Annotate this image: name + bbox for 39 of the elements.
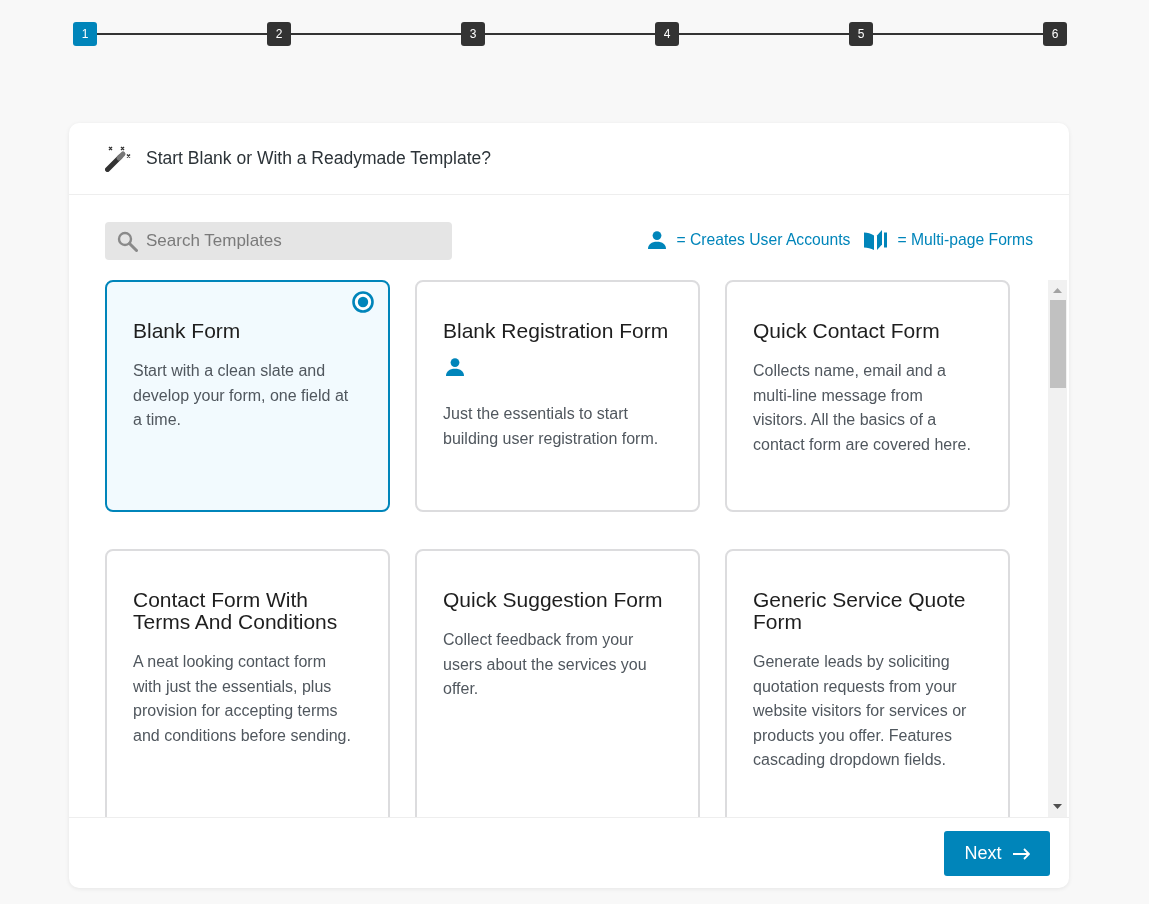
arrow-right-icon	[1011, 846, 1030, 861]
legend-label: = Multi-page Forms	[897, 230, 1033, 250]
step-indicator[interactable]: 6	[1043, 22, 1067, 46]
step-indicator[interactable]: 1	[73, 22, 97, 46]
card-title: Generic Service Quote Form	[753, 589, 967, 633]
search-field[interactable]: Search Templates	[105, 222, 452, 260]
template-card[interactable]: Quick Suggestion Form Collect feedback from your users about the services you offer.	[415, 549, 700, 817]
card-description: Collects name, email and a multi-line message from visitors. All the basics of a contact form are covered here.	[753, 361, 972, 455]
scroll-up-arrow-icon[interactable]	[1053, 288, 1062, 293]
book-icon	[864, 229, 888, 250]
card-description: Just the essentials to start building user registration form.	[443, 404, 660, 449]
template-card[interactable]: Blank Registration Form Just the essentials to start building user registration form.	[415, 280, 700, 512]
scrollbar-thumb[interactable]	[1049, 300, 1066, 388]
card-description: Collect feedback from your users about the services you offer.	[443, 630, 648, 699]
template-card[interactable]: Contact Form With Terms And Conditions A neat looking contact form with just the essentials, plus provision for accepting terms and conditions before sending.	[105, 549, 390, 817]
step-indicator[interactable]: 3	[461, 22, 485, 46]
card-title: Blank Registration Form	[443, 320, 670, 342]
template-card[interactable]: Blank Form Start with a clean slate and develop your form, one field at a time.	[105, 280, 390, 512]
template-card[interactable]: Quick Contact Form Collects name, email and a multi-line message from visitors. All the basics of a contact form are covered here.	[725, 280, 1010, 512]
step-indicator[interactable]: 4	[655, 22, 679, 46]
radio-selected-icon	[352, 291, 374, 313]
card-description: A neat looking contact form with just the essentials, plus provision for accepting terms and conditions before sending.	[133, 652, 352, 746]
dialog-title: Start Blank or With a Readymade Template?	[146, 147, 491, 171]
card-title: Blank Form	[133, 320, 242, 342]
card-title: Contact Form With Terms And Conditions	[133, 589, 339, 633]
card-description: Generate leads by soliciting quotation requests from your website visitors for services or products you offer. Features cascading dropdown fields.	[753, 652, 968, 770]
user-icon	[648, 230, 667, 249]
magic-wand-icon	[105, 145, 131, 172]
card-title: Quick Suggestion Form	[443, 589, 664, 611]
next-button[interactable]: Next	[944, 831, 1050, 876]
scroll-down-arrow-icon[interactable]	[1053, 804, 1062, 809]
legend-label: = Creates User Accounts	[676, 230, 851, 250]
card-title: Quick Contact Form	[753, 320, 941, 342]
step-indicator[interactable]: 2	[267, 22, 291, 46]
search-icon	[117, 231, 138, 252]
step-indicator[interactable]: 5	[849, 22, 873, 46]
scrollbar[interactable]	[1048, 280, 1067, 817]
template-card[interactable]: Generic Service Quote Form Generate leads by soliciting quotation requests from your website visitors for services or products you offer. Features cascading dropdown fields.	[725, 549, 1010, 817]
card-description: Start with a clean slate and develop your form, one field at a time.	[133, 361, 350, 430]
